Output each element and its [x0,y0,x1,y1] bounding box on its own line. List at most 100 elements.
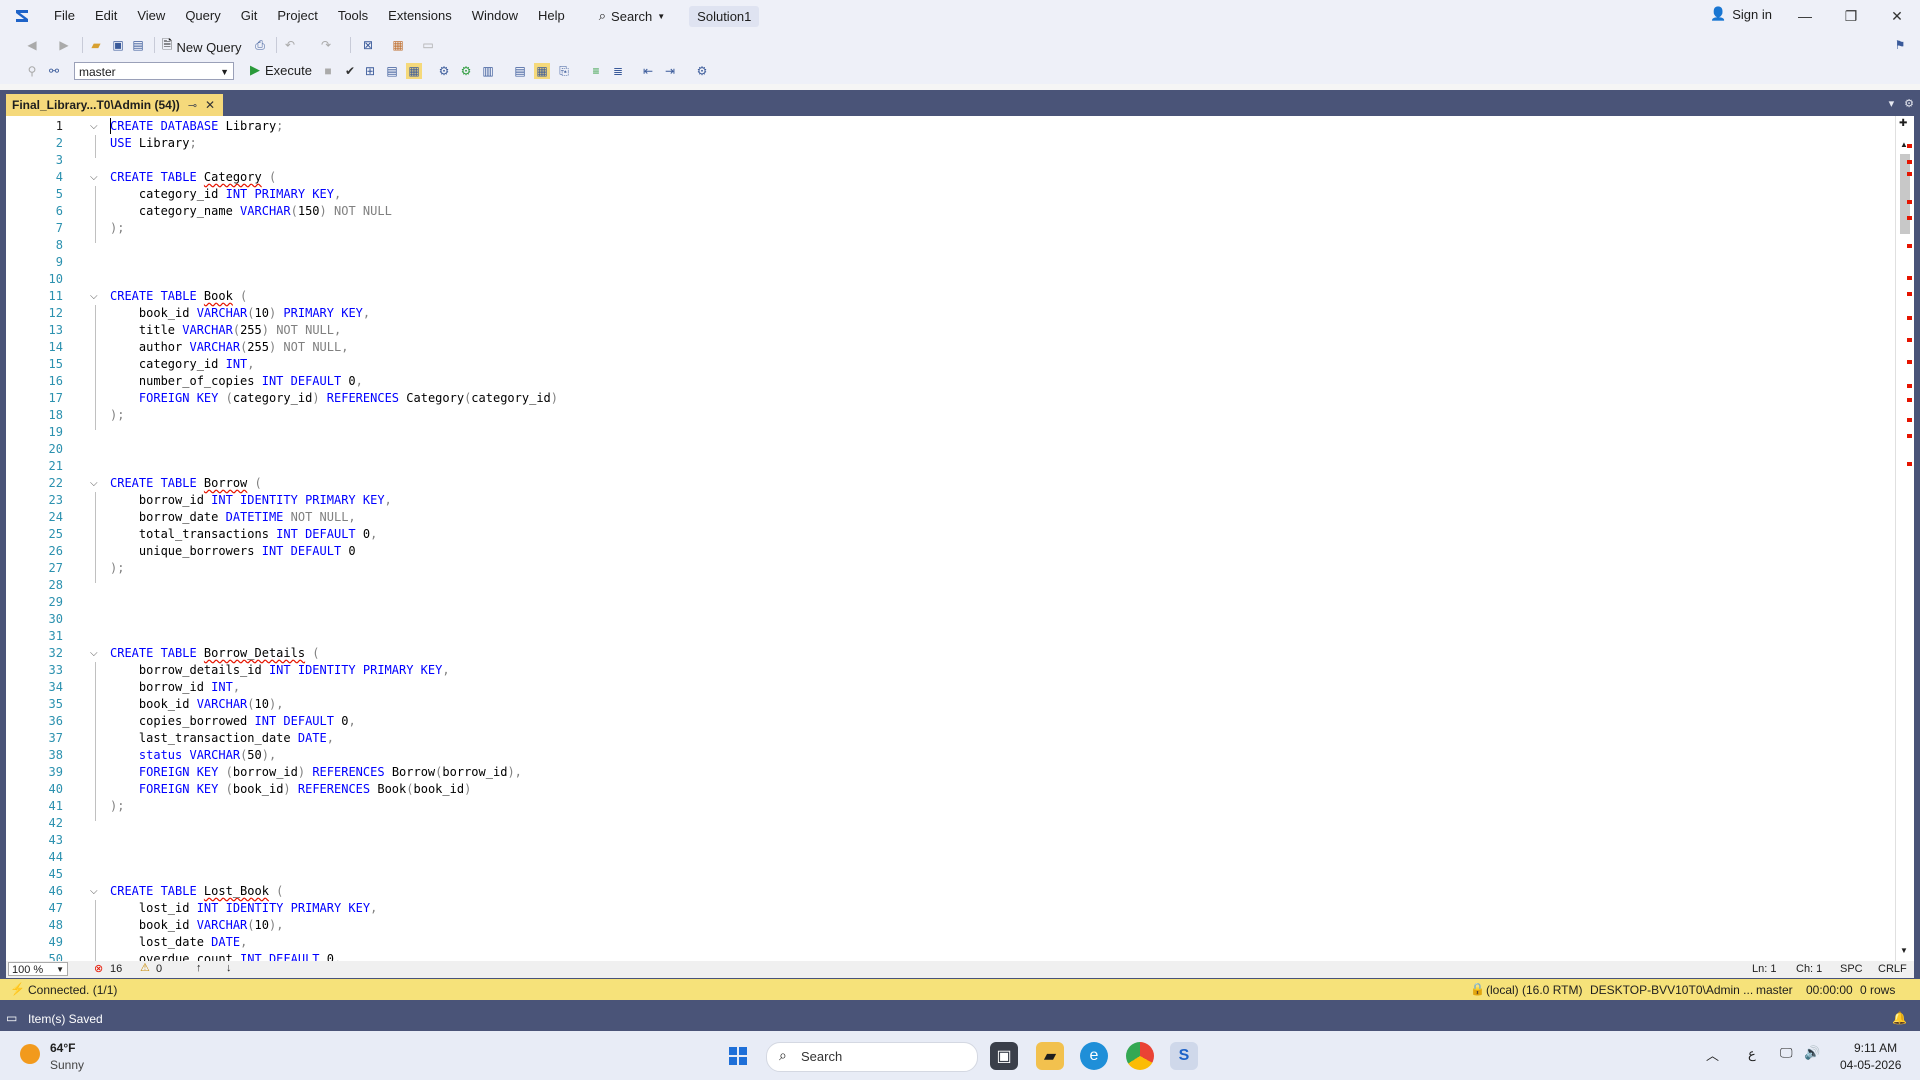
code-line[interactable]: FOREIGN KEY (borrow_id) REFERENCES Borro… [110,764,522,781]
scrollbar-thumb[interactable] [1900,154,1910,234]
menu-edit[interactable]: Edit [85,0,127,32]
code-line[interactable]: lost_date DATE, [110,934,247,951]
menu-project[interactable]: Project [267,0,327,32]
input-language[interactable]: ع [1748,1046,1756,1062]
code-line[interactable]: FOREIGN KEY (book_id) REFERENCES Book(bo… [110,781,471,798]
uncomment-icon[interactable]: ≣ [610,63,626,79]
tab-final-library-query[interactable]: Final_Library...T0\Admin (54)) ⊸ ✕ [6,94,224,116]
open-file-icon[interactable]: ▰ [88,37,104,53]
collapse-region-icon[interactable]: ⌵ [90,475,98,492]
file-explorer-icon[interactable]: ▰ [1036,1042,1064,1070]
zoom-select[interactable]: 100 % ▼ [8,962,68,976]
include-plan-icon[interactable]: ⚙ [436,63,452,79]
activity-monitor-icon[interactable]: ⊠ [360,37,376,53]
error-marker[interactable] [1907,244,1912,248]
code-line[interactable]: category_name VARCHAR(150) NOT NULL [110,203,392,220]
error-count[interactable]: 16 [110,963,122,975]
settings-gear-icon[interactable]: ⚙ [1904,97,1914,110]
code-line[interactable]: book_id VARCHAR(10), [110,917,284,934]
menu-extensions[interactable]: Extensions [378,0,462,32]
menu-git[interactable]: Git [231,0,268,32]
error-marker[interactable] [1907,216,1912,220]
code-line[interactable]: ); [110,560,124,577]
code-line[interactable]: USE Library; [110,135,197,152]
code-line[interactable]: book_id VARCHAR(10), [110,696,284,713]
results-to-text-icon[interactable]: ▤ [512,63,528,79]
results-grid-toggle-icon[interactable]: ▦ [534,63,550,79]
code-line[interactable]: ); [110,407,124,424]
collapse-region-icon[interactable]: ⌵ [90,645,98,662]
menu-tools[interactable]: Tools [328,0,378,32]
menu-view[interactable]: View [127,0,175,32]
ssms-taskbar-icon[interactable]: S [1170,1042,1198,1070]
code-line[interactable]: total_transactions INT DEFAULT 0, [110,526,377,543]
chevron-up-icon[interactable]: ︿ [1706,1045,1719,1064]
code-line[interactable]: title VARCHAR(255) NOT NULL, [110,322,341,339]
error-marker[interactable] [1907,200,1912,204]
sql-editor[interactable]: 1 ⌵ 2 3 4 ⌵ 5 6 7 8 9 10 11 ⌵ 12 13 14 15 16 17 18 19 20 21 22 ⌵ 2… [6,116,1914,961]
new-query-button[interactable]: 🗎 New Query [162,36,241,58]
taskbar-search-box[interactable]: ⌕ Search [766,1042,978,1072]
edge-browser-icon[interactable]: e [1080,1042,1108,1070]
clock-time[interactable]: 9:11 AM [1854,1041,1897,1055]
arrow-down-icon[interactable]: ↓ [226,962,232,974]
object-explorer-icon[interactable]: ▦ [390,37,406,53]
query-designer-icon[interactable]: ▤ [384,63,400,79]
specify-values-icon[interactable]: ⚙ [694,63,710,79]
database-select[interactable]: master ▼ [74,62,234,80]
error-marker[interactable] [1907,172,1912,176]
scroll-down-icon[interactable]: ▼ [1900,946,1908,955]
sign-in-button[interactable]: 👤 Sign in [1710,6,1772,22]
clock-date[interactable]: 04-05-2026 [1840,1058,1901,1072]
code-line[interactable]: category_id INT, [110,356,255,373]
error-marker[interactable] [1907,398,1912,402]
save-icon[interactable]: ▣ [110,37,126,53]
code-line[interactable]: overdue_count INT DEFAULT 0, [110,951,341,961]
collapse-region-icon[interactable]: ⌵ [90,118,98,135]
decrease-indent-icon[interactable]: ⇤ [640,63,656,79]
minimize-button[interactable]: — [1782,0,1828,32]
results-to-file-icon[interactable]: ⎘ [556,63,572,79]
collapse-region-icon[interactable]: ⌵ [90,169,98,186]
error-marker[interactable] [1907,292,1912,296]
code-line[interactable]: lost_id INT IDENTITY PRIMARY KEY, [110,900,377,917]
windows-start-icon[interactable] [724,1042,752,1070]
split-icon[interactable]: ✚ [1899,118,1907,129]
feedback-icon[interactable]: ⚑ [1892,37,1908,53]
redo-icon[interactable]: ↷ [318,37,334,53]
code-line[interactable]: CREATE TABLE Borrow_Details ( [110,645,320,662]
error-marker[interactable] [1907,418,1912,422]
code-line[interactable]: author VARCHAR(255) NOT NULL, [110,339,349,356]
task-view-icon[interactable]: ▣ [990,1042,1018,1070]
menu-query[interactable]: Query [175,0,230,32]
forward-icon[interactable]: ▶ [56,37,72,53]
undo-icon[interactable]: ↶ [282,37,298,53]
menu-help[interactable]: Help [528,0,575,32]
search-button[interactable]: ⌕ Search ▼ [589,8,675,24]
code-line[interactable]: borrow_id INT, [110,679,240,696]
query-options-icon[interactable]: ⎙ [252,37,268,53]
code-line[interactable]: status VARCHAR(50), [110,747,276,764]
code-line[interactable]: last_transaction_date DATE, [110,730,334,747]
execute-button[interactable]: ▶ Execute [250,62,312,78]
code-line[interactable]: book_id VARCHAR(10) PRIMARY KEY, [110,305,370,322]
comment-icon[interactable]: ≡ [588,63,604,79]
weather-sun-icon[interactable] [20,1044,40,1064]
results-to-grid-icon[interactable]: ▦ [406,63,422,79]
code-line[interactable]: CREATE TABLE Borrow ( [110,475,262,492]
change-connection-icon[interactable]: ⚯ [46,63,62,79]
properties-icon[interactable]: ▭ [420,37,436,53]
collapse-region-icon[interactable]: ⌵ [90,883,98,900]
tab-list-icon[interactable]: ▾ [1889,97,1895,110]
stop-icon[interactable]: ■ [320,63,336,79]
pin-icon[interactable]: ⊸ [188,99,197,112]
live-stats-icon[interactable]: ⚙ [458,63,474,79]
code-line[interactable]: borrow_date DATETIME NOT NULL, [110,509,356,526]
code-line[interactable]: ); [110,798,124,815]
save-all-icon[interactable]: ▤ [130,37,146,53]
error-marker[interactable] [1907,316,1912,320]
error-marker[interactable] [1907,360,1912,364]
collapse-region-icon[interactable]: ⌵ [90,288,98,305]
code-line[interactable]: CREATE DATABASE Library; [110,118,283,135]
code-line[interactable]: unique_borrowers INT DEFAULT 0 [110,543,356,560]
